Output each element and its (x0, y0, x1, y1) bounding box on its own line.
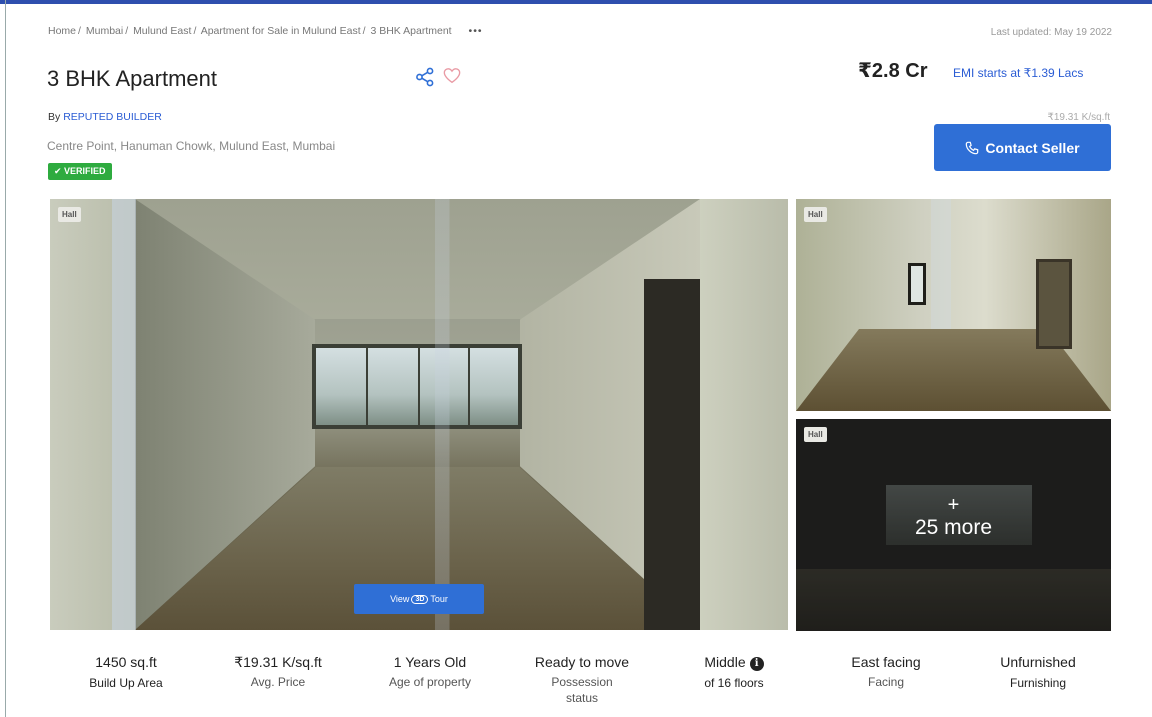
stat-label: Age of property (388, 675, 472, 689)
stat-value: Ready to move (534, 654, 630, 670)
verified-badge: ✔ VERIFIED (48, 163, 112, 180)
side-photo-more[interactable]: Hall + 25 more (796, 419, 1111, 631)
stat-area: 1450 sq.ft Build Up Area (50, 653, 202, 715)
page-title: 3 BHK Apartment (47, 66, 217, 91)
share-icon[interactable] (415, 67, 435, 87)
breadcrumb-current: 3 BHK Apartment (370, 25, 452, 37)
stat-value: Unfurnished (1000, 654, 1076, 670)
breadcrumb: Home / Mumbai / Mulund East / Apartment for… (48, 25, 483, 37)
stat-label: Possession status (551, 675, 613, 705)
plus-icon: + (947, 494, 960, 516)
more-photos-label: 25 more (914, 516, 993, 539)
photo-window (908, 263, 926, 305)
left-border (5, 0, 6, 717)
info-icon[interactable]: i (749, 657, 764, 671)
side-photo-1[interactable]: Hall (796, 199, 1111, 411)
3d-icon: 3D (411, 594, 429, 604)
top-border (0, 0, 1152, 4)
property-address: Centre Point, Hanuman Chowk, Mulund East… (47, 139, 336, 153)
stat-label: Furnishing (1009, 676, 1067, 690)
photo-door (1036, 259, 1072, 349)
stat-value: 1450 sq.ft (95, 654, 157, 670)
more-photos-link[interactable]: + 25 more (796, 495, 1111, 541)
builder-line: By REPUTED BUILDER (48, 111, 162, 123)
phone-icon (966, 141, 979, 154)
stat-label: Facing (867, 675, 905, 689)
tour-suffix: Tour (430, 594, 448, 604)
tour-prefix: View (390, 594, 410, 604)
emi-link[interactable]: EMI starts at ₹1.39 Lacs (953, 66, 1083, 80)
stat-value: Middle (704, 654, 746, 670)
stat-avg-price: ₹19.31 K/sq.ft Avg. Price (202, 653, 354, 715)
by-prefix: By (48, 111, 61, 123)
stat-label: of 16 floors (704, 676, 764, 690)
last-updated: Last updated: May 19 2022 (990, 27, 1112, 38)
heart-icon[interactable] (443, 67, 461, 85)
breadcrumb-mumbai[interactable]: Mumbai (86, 25, 123, 37)
main-photo[interactable]: Hall View 3D Tour (50, 199, 788, 630)
stat-value: ₹19.31 K/sq.ft (234, 654, 322, 670)
photo-glare (50, 199, 788, 630)
stat-label: Avg. Price (250, 675, 306, 689)
price-per-sqft: ₹19.31 K/sq.ft (1047, 112, 1110, 123)
contact-seller-button[interactable]: Contact Seller (934, 124, 1111, 171)
stat-value: 1 Years Old (393, 654, 467, 670)
breadcrumb-apartment-sale[interactable]: Apartment for Sale in Mulund East (201, 25, 361, 37)
photo-tag: Hall (804, 207, 827, 222)
stat-label: Build Up Area (89, 676, 163, 690)
stat-possession: Ready to move Possession status (506, 653, 658, 715)
photo-tag: Hall (58, 207, 81, 222)
view-3d-tour-button[interactable]: View 3D Tour (354, 584, 484, 614)
stat-facing: East facing Facing (810, 653, 962, 715)
contact-seller-label: Contact Seller (985, 139, 1080, 156)
builder-link[interactable]: REPUTED BUILDER (63, 111, 162, 123)
stat-furnishing: Unfurnished Furnishing (962, 653, 1114, 715)
breadcrumb-home[interactable]: Home (48, 25, 76, 37)
stat-value-wrap: Middle i (658, 653, 810, 671)
stat-age: 1 Years Old Age of property (354, 653, 506, 715)
property-stats: 1450 sq.ft Build Up Area ₹19.31 K/sq.ft … (50, 653, 1114, 715)
property-price: ₹2.8 Cr (858, 60, 928, 82)
breadcrumb-more-button[interactable]: ••• (469, 25, 483, 37)
photo-tag: Hall (804, 427, 827, 442)
stat-value: East facing (851, 654, 921, 670)
breadcrumb-mulund-east[interactable]: Mulund East (133, 25, 191, 37)
stat-floor: Middle i of 16 floors (658, 653, 810, 715)
